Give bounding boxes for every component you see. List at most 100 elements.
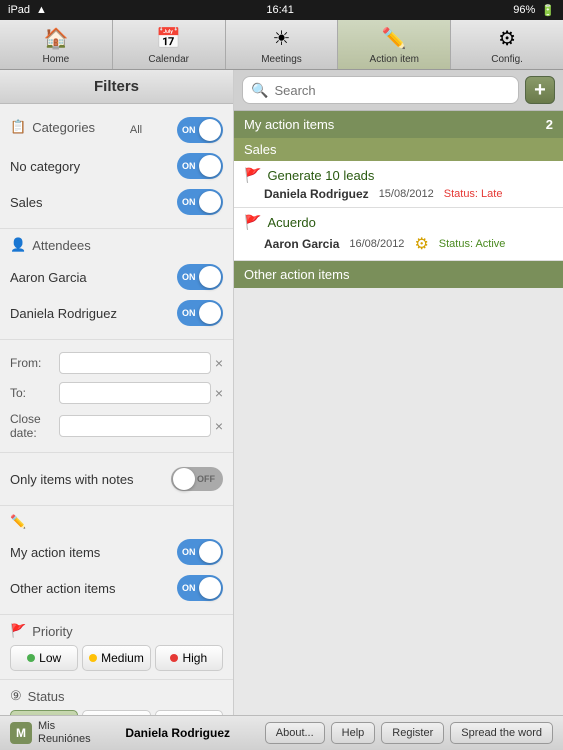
priority-label: 🚩 Priority (10, 623, 223, 639)
action-item-generate-leads[interactable]: 🚩 Generate 10 leads Daniela Rodriguez 15… (234, 161, 563, 208)
action-status-acuerdo: Status: Active (439, 238, 506, 250)
search-bar-row: 🔍 + (234, 70, 563, 111)
bottom-buttons: About... Help Register Spread the word (265, 722, 553, 744)
to-input[interactable] (59, 382, 211, 404)
high-dot (170, 654, 178, 662)
nav-action-item[interactable]: ✏️ Action item (338, 20, 451, 69)
notes-toggle[interactable]: OFF (171, 467, 223, 491)
aaron-garcia-toggle[interactable]: ON (177, 264, 223, 290)
status-bar-right: 96% 🔋 (513, 4, 555, 17)
other-action-toggle[interactable]: ON (177, 575, 223, 601)
other-action-toggle-label: ON (182, 583, 196, 593)
nav-meetings[interactable]: ☀ Meetings (226, 20, 339, 69)
medium-dot (89, 654, 97, 662)
action-date-generate: 15/08/2012 (379, 188, 434, 200)
attendees-section: 👤 Attendees Aaron Garcia ON Daniela Rodr… (0, 229, 233, 340)
medium-label: Medium (101, 651, 144, 665)
close-date-clear-icon[interactable]: × (215, 418, 223, 434)
no-category-toggle-knob (199, 155, 221, 177)
register-button[interactable]: Register (381, 722, 444, 744)
search-bar: 🔍 (242, 76, 519, 104)
battery-icon: 🔋 (541, 4, 555, 17)
other-action-items-label: Other action items (10, 581, 116, 596)
nav-bar: 🏠 Home 📅 Calendar ☀ Meetings ✏️ Action i… (0, 20, 563, 70)
my-action-items-header: My action items 2 (234, 111, 563, 138)
sales-section-header: Sales (234, 138, 563, 161)
my-action-items-count: 2 (546, 117, 553, 132)
status-section: ⑨ Status Active Closed Late (0, 680, 233, 715)
low-dot (27, 654, 35, 662)
high-label: High (182, 651, 207, 665)
action-meta-acuerdo: Aaron Garcia 16/08/2012 ⚙ Status: Active (244, 234, 553, 254)
search-icon: 🔍 (251, 82, 268, 99)
to-label: To: (10, 386, 59, 400)
nav-config-label: Config. (491, 54, 523, 65)
from-label: From: (10, 356, 59, 370)
logo-text: Mis Reuniónes (38, 720, 91, 746)
sales-header-label: Sales (244, 142, 277, 157)
sales-category-toggle[interactable]: ON (177, 189, 223, 215)
close-date-row: Close date: × (10, 408, 223, 444)
notes-row: Only items with notes OFF (10, 461, 223, 497)
status-bar-time: 16:41 (266, 4, 294, 16)
my-action-items-label: My action items (10, 545, 100, 560)
priority-section: 🚩 Priority Low Medium High (0, 615, 233, 680)
nav-meetings-label: Meetings (261, 54, 302, 65)
status-late-button[interactable]: Late (155, 710, 223, 715)
close-date-input[interactable] (59, 415, 211, 437)
priority-medium-button[interactable]: Medium (82, 645, 150, 671)
action-item-icon: ✏️ (380, 24, 408, 52)
action-item-acuerdo[interactable]: 🚩 Acuerdo Aaron Garcia 16/08/2012 ⚙ Stat… (234, 208, 563, 261)
from-input[interactable] (59, 352, 211, 374)
bottom-bar: M Mis Reuniónes Daniela Rodriguez About.… (0, 715, 563, 750)
help-button[interactable]: Help (331, 722, 376, 744)
daniela-toggle-knob (199, 302, 221, 324)
categories-all-toggle[interactable]: ON (177, 117, 223, 143)
spread-button[interactable]: Spread the word (450, 722, 553, 744)
carrier-label: iPad (8, 4, 30, 16)
nav-config[interactable]: ⚙ Config. (451, 20, 563, 69)
left-panel: Filters 📋 Categories All ON No category … (0, 70, 234, 715)
current-user: Daniela Rodriguez (125, 726, 230, 740)
search-input[interactable] (274, 83, 510, 98)
filters-header: Filters (0, 70, 233, 104)
categories-toggle-knob (199, 119, 221, 141)
about-button[interactable]: About... (265, 722, 325, 744)
no-category-toggle[interactable]: ON (177, 153, 223, 179)
other-action-items-header: Other action items (234, 261, 563, 288)
daniela-toggle[interactable]: ON (177, 300, 223, 326)
close-date-label: Close date: (10, 412, 59, 440)
nav-home[interactable]: 🏠 Home (0, 20, 113, 69)
priority-buttons: Low Medium High (10, 645, 223, 671)
my-action-items-toggle[interactable]: ON (177, 539, 223, 565)
my-action-items-row: My action items ON (10, 534, 223, 570)
attendees-icon: 👤 (10, 237, 26, 253)
other-action-items-header-label: Other action items (244, 267, 350, 282)
sales-category-row: Sales ON (10, 184, 223, 220)
status-closed-button[interactable]: Closed (82, 710, 150, 715)
right-panel: 🔍 + My action items 2 Sales 🚩 Generate 1… (234, 70, 563, 715)
config-icon: ⚙ (493, 24, 521, 52)
home-icon: 🏠 (42, 24, 70, 52)
priority-high-button[interactable]: High (155, 645, 223, 671)
nav-calendar[interactable]: 📅 Calendar (113, 20, 226, 69)
action-person-generate: Daniela Rodriguez (264, 187, 369, 201)
categories-label: 📋 Categories (10, 119, 95, 135)
sales-category-label: Sales (10, 195, 43, 210)
nav-action-item-label: Action item (370, 54, 419, 65)
my-action-toggle-knob (199, 541, 221, 563)
to-clear-icon[interactable]: × (215, 385, 223, 401)
green-flag-icon-2: 🚩 (244, 214, 261, 231)
aaron-garcia-row: Aaron Garcia ON (10, 259, 223, 295)
add-button[interactable]: + (525, 76, 555, 104)
no-category-label: No category (10, 159, 80, 174)
other-action-toggle-knob (199, 577, 221, 599)
from-clear-icon[interactable]: × (215, 355, 223, 371)
no-category-toggle-label: ON (182, 161, 196, 171)
priority-low-button[interactable]: Low (10, 645, 78, 671)
action-item-title-acuerdo: 🚩 Acuerdo (244, 214, 553, 231)
attendees-label: 👤 Attendees (10, 237, 223, 253)
action-person-acuerdo: Aaron Garcia (264, 237, 339, 251)
status-active-button[interactable]: Active (10, 710, 78, 715)
action-date-acuerdo: 16/08/2012 (349, 238, 404, 250)
